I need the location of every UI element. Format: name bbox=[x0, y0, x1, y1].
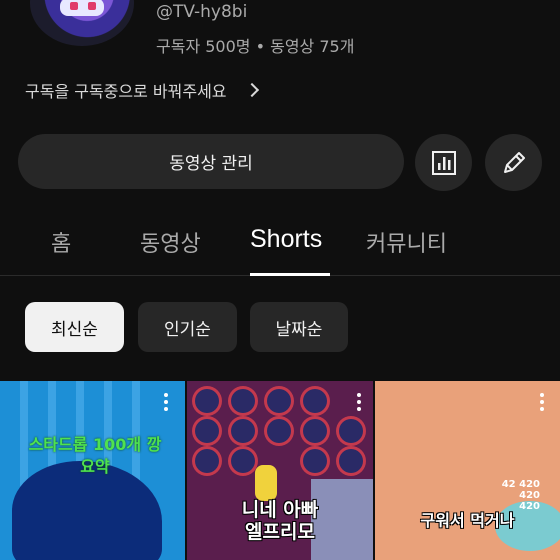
thumbnail-decoration bbox=[339, 419, 363, 443]
thumbnail-decoration bbox=[303, 419, 327, 443]
tab-videos[interactable]: 동영상 bbox=[140, 226, 201, 258]
filter-chip-label: 인기순 bbox=[164, 319, 211, 340]
channel-stats: 구독자 500명 • 동영상 75개 bbox=[156, 37, 355, 56]
more-options-icon[interactable] bbox=[540, 393, 544, 414]
thumbnail-character bbox=[255, 465, 277, 501]
subscription-hint-text: 구독을 구독중으로 바꿔주세요 bbox=[25, 82, 227, 101]
short-caption: 구워서 먹거나 bbox=[375, 507, 560, 531]
edit-channel-button[interactable] bbox=[485, 134, 542, 191]
more-options-icon[interactable] bbox=[164, 393, 168, 414]
manage-videos-button[interactable]: 동영상 관리 bbox=[18, 134, 404, 189]
tab-shorts[interactable]: Shorts bbox=[250, 225, 322, 254]
subscription-hint-link[interactable]: 구독을 구독중으로 바꿔주세요 bbox=[25, 78, 259, 102]
chevron-right-icon bbox=[244, 82, 259, 98]
damage-number: 42 420 bbox=[501, 479, 540, 490]
channel-handle: @TV-hy8bi bbox=[156, 2, 248, 22]
short-thumbnail-1[interactable]: 스타드롭 100개 깡 요약 bbox=[0, 381, 185, 560]
thumbnail-decoration bbox=[303, 449, 327, 473]
thumbnail-decoration bbox=[231, 389, 255, 413]
filter-chip-date[interactable]: 날짜순 bbox=[250, 302, 348, 352]
short-thumbnail-3[interactable]: 42 420 420 420 구워서 먹거나 bbox=[375, 381, 560, 560]
tab-home[interactable]: 홈 bbox=[51, 226, 71, 258]
damage-number: 420 bbox=[519, 490, 540, 501]
avatar-eye-left bbox=[70, 2, 78, 10]
short-caption: 스타드롭 100개 깡 요약 bbox=[10, 434, 180, 478]
bar-chart-icon bbox=[431, 150, 456, 175]
channel-avatar[interactable] bbox=[30, 0, 134, 46]
short-caption-line: 니네 아빠 bbox=[241, 499, 319, 521]
channel-tabs: 홈 동영상 Shorts 커뮤니티 bbox=[0, 212, 560, 276]
short-caption-line: 구워서 먹거나 bbox=[420, 511, 515, 530]
short-caption: 니네 아빠 엘프리모 bbox=[187, 499, 373, 543]
thumbnail-decoration bbox=[267, 389, 291, 413]
thumbnail-decoration bbox=[231, 419, 255, 443]
avatar-face bbox=[60, 0, 104, 16]
thumbnail-decoration bbox=[195, 389, 219, 413]
thumbnail-decoration bbox=[195, 449, 219, 473]
thumbnail-decoration bbox=[267, 419, 291, 443]
manage-videos-label: 동영상 관리 bbox=[169, 154, 253, 174]
avatar-eye-right bbox=[88, 2, 96, 10]
filter-chip-label: 날짜순 bbox=[275, 319, 323, 340]
short-thumbnail-2[interactable]: 니네 아빠 엘프리모 bbox=[187, 381, 373, 560]
short-caption-line: 요약 bbox=[80, 457, 110, 476]
analytics-button[interactable] bbox=[415, 134, 472, 191]
thumbnail-decoration bbox=[195, 419, 219, 443]
short-caption-line: 스타드롭 100개 깡 bbox=[28, 435, 162, 454]
thumbnail-decoration bbox=[231, 449, 255, 473]
thumbnail-decoration bbox=[303, 389, 327, 413]
short-caption-line: 엘프리모 bbox=[245, 521, 315, 543]
active-tab-indicator bbox=[250, 273, 330, 276]
filter-chip-label: 최신순 bbox=[51, 319, 98, 340]
tab-community[interactable]: 커뮤니티 bbox=[366, 226, 447, 258]
more-options-icon[interactable] bbox=[357, 393, 361, 414]
pencil-icon bbox=[503, 151, 525, 173]
filter-chip-popular[interactable]: 인기순 bbox=[138, 302, 237, 352]
thumbnail-decoration bbox=[339, 449, 363, 473]
filter-chip-latest[interactable]: 최신순 bbox=[25, 302, 124, 352]
